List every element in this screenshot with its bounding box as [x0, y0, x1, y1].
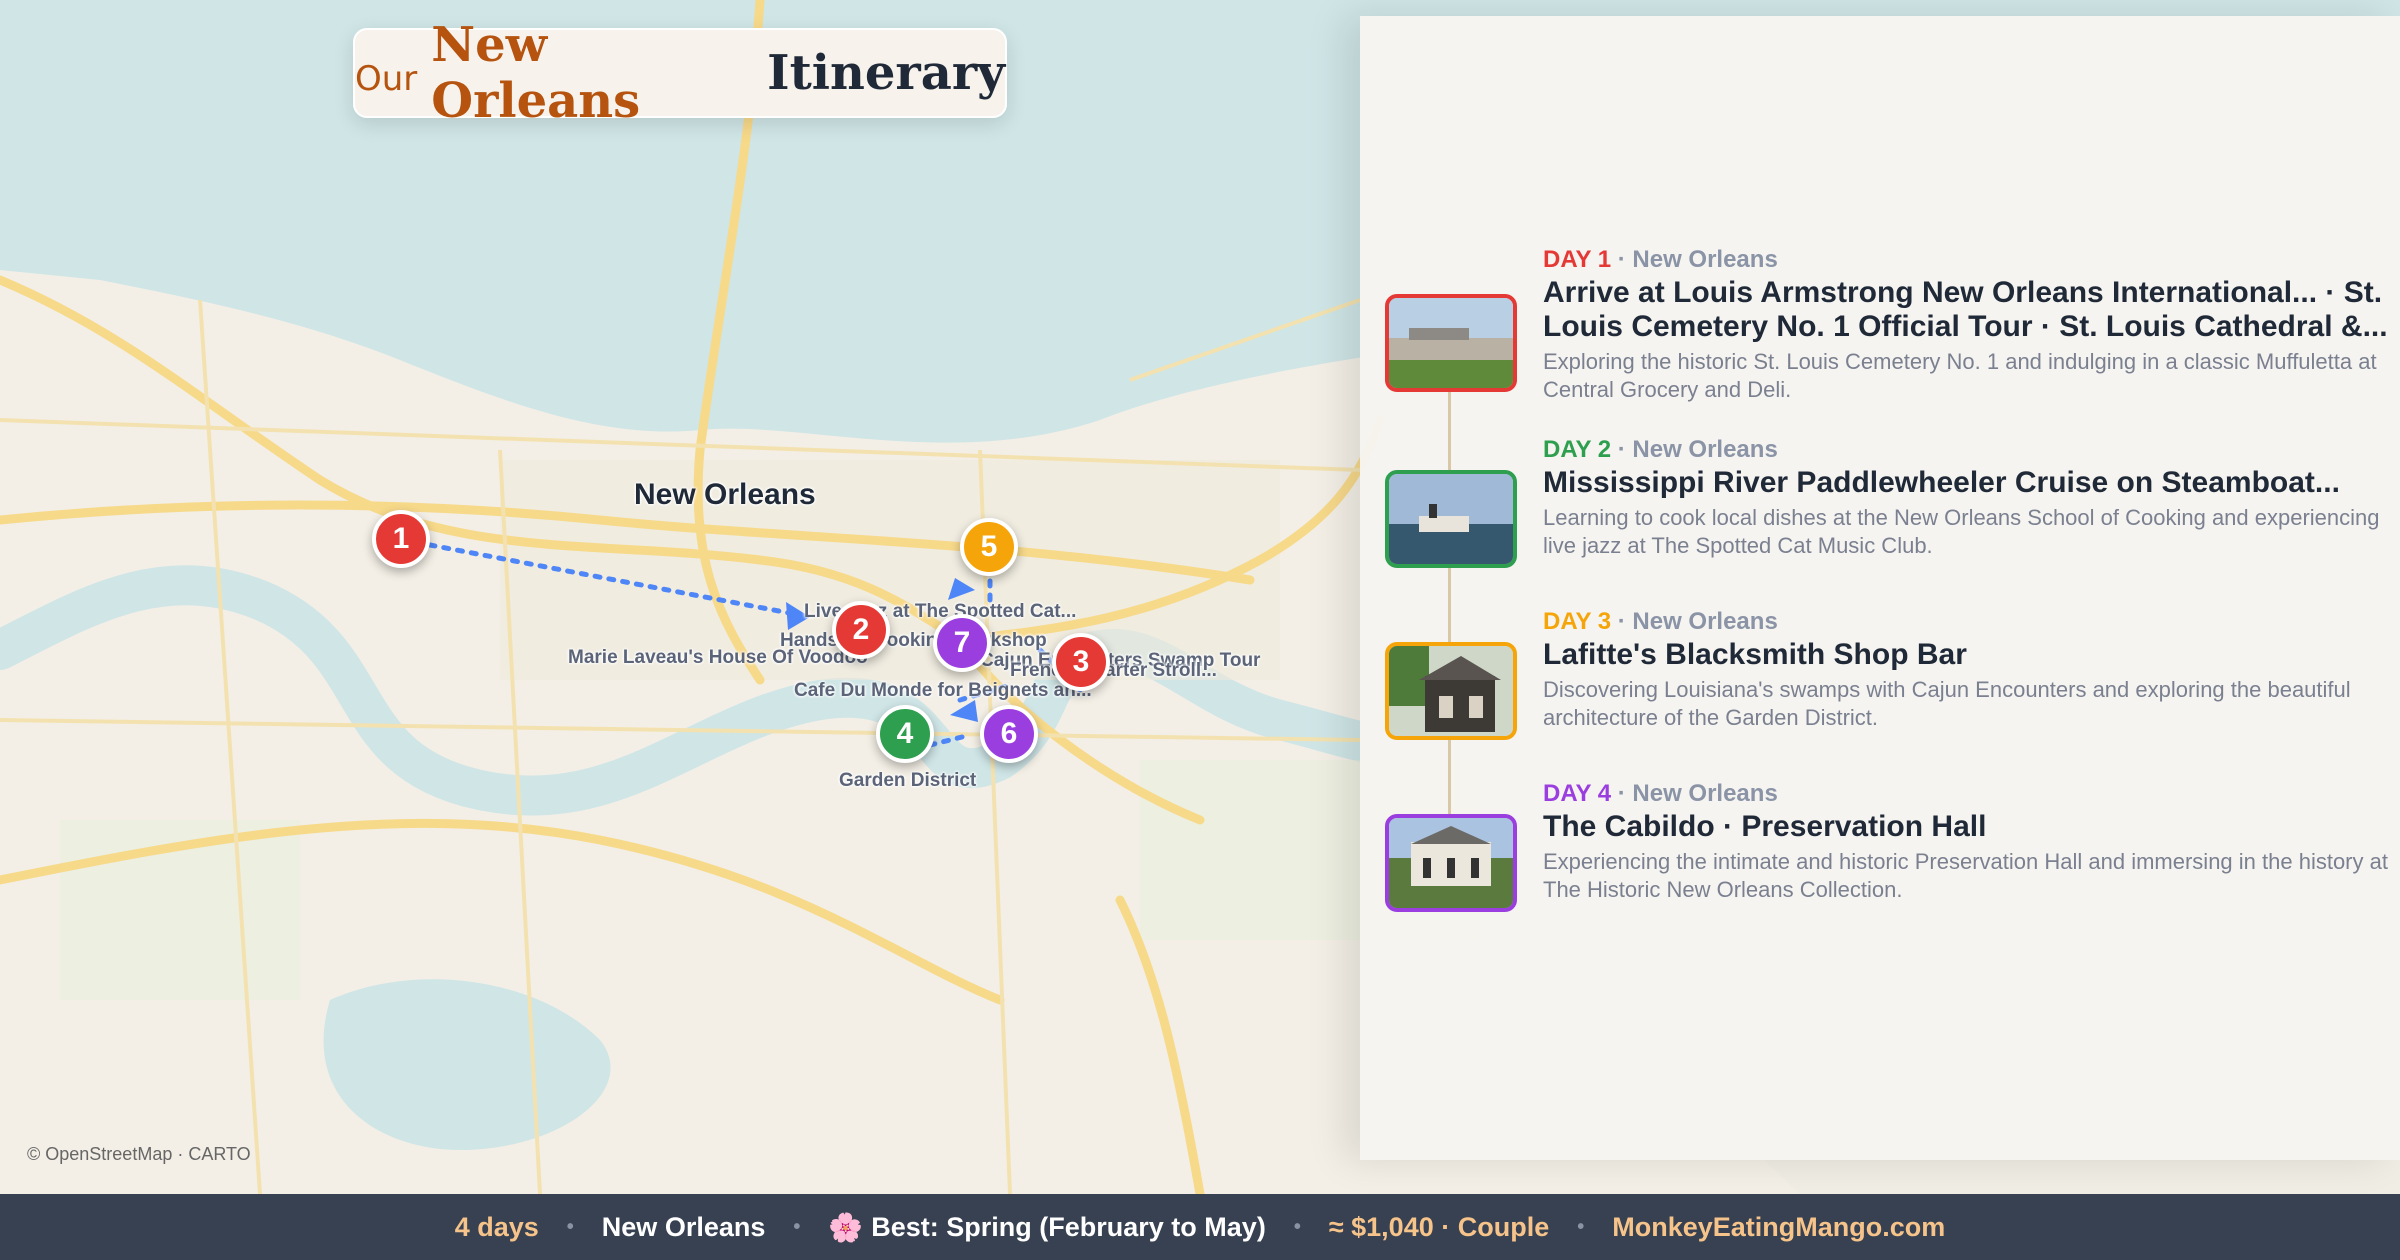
footer-separator: • — [793, 1215, 801, 1238]
place-label-french-quarter: French Quarter Stroll... — [1010, 660, 1217, 681]
map-attribution[interactable]: © OpenStreetMap · CARTO — [27, 1144, 251, 1165]
day-3-city: · New Orleans — [1617, 608, 1778, 635]
footer-separator: • — [1293, 1215, 1301, 1238]
city-label: New Orleans — [634, 478, 816, 511]
map-marker-1[interactable]: 1 — [372, 510, 430, 568]
map-marker-7[interactable]: 7 — [933, 614, 991, 672]
day-2-city: · New Orleans — [1617, 436, 1778, 463]
map-marker-4[interactable]: 4 — [876, 705, 934, 763]
cabildo-photo — [1389, 818, 1513, 908]
day-2-thumbnail — [1385, 470, 1517, 568]
place-label-cafe-du-monde: Cafe Du Monde for Beignets an... — [794, 680, 1092, 701]
footer-duration: 4 days — [454, 1211, 539, 1242]
steamboat-photo — [1389, 474, 1513, 564]
day-4-title: The Cabildo · Preservation Hall — [1543, 810, 1987, 843]
footer-separator: • — [566, 1215, 574, 1238]
blacksmith-shop-photo — [1389, 646, 1513, 736]
footer-separator: • — [1577, 1215, 1585, 1238]
map-marker-5[interactable]: 5 — [960, 518, 1018, 576]
footer-bar: 4 days • New Orleans • 🌸 Best: Spring (F… — [0, 1194, 2400, 1260]
day-3-thumbnail — [1385, 642, 1517, 740]
footer-season-text: Best: Spring (February to May) — [871, 1211, 1266, 1242]
timeline-line — [1448, 346, 1451, 846]
itinerary-panel: DAY 1 · New Orleans Arrive at Louis Arms… — [1360, 16, 2400, 1160]
day-3-title: Lafitte's Blacksmith Shop Bar — [1543, 638, 1967, 671]
day-4-label: DAY 4 — [1543, 780, 1612, 807]
title-rest: Itinerary — [767, 45, 1005, 101]
footer-season: 🌸 Best: Spring (February to May) — [828, 1211, 1265, 1244]
map-marker-3[interactable]: 3 — [1052, 633, 1110, 691]
airport-photo — [1389, 298, 1513, 388]
footer-site-link[interactable]: MonkeyEatingMango.com — [1612, 1212, 1945, 1243]
day-2-title: Mississippi River Paddlewheeler Cruise o… — [1543, 466, 2340, 499]
place-label-garden-district: Garden District — [839, 770, 977, 791]
day-1-title: Arrive at Louis Armstrong New Orleans In… — [1543, 276, 2388, 343]
title-our: Our — [355, 59, 418, 99]
day-1-description: Exploring the historic St. Louis Cemeter… — [1543, 349, 2377, 402]
day-1-label: DAY 1 — [1543, 246, 1612, 273]
place-label-marie-laveau: Marie Laveau's House Of Voodoo — [568, 647, 868, 668]
map-marker-6[interactable]: 6 — [980, 705, 1038, 763]
day-4-description: Experiencing the intimate and historic P… — [1543, 849, 2388, 902]
footer-budget: ≈ $1,040 · Couple — [1328, 1211, 1550, 1242]
cherry-blossom-icon: 🌸 — [828, 1211, 864, 1243]
title-city: New Orleans — [431, 17, 641, 129]
footer-city: New Orleans — [601, 1211, 766, 1242]
day-2-label: DAY 2 — [1543, 436, 1612, 463]
itinerary-title-card: Our New Orleans Itinerary — [353, 17, 1007, 129]
day-1-thumbnail — [1385, 294, 1517, 392]
day-4-city: · New Orleans — [1617, 780, 1778, 807]
day-2-description: Learning to cook local dishes at the New… — [1543, 505, 2380, 558]
day-4-thumbnail — [1385, 814, 1517, 912]
day-3-description: Discovering Louisiana's swamps with Caju… — [1543, 677, 2351, 730]
day-1-city: · New Orleans — [1617, 246, 1778, 273]
day-3-label: DAY 3 — [1543, 608, 1612, 635]
map-marker-2[interactable]: 2 — [832, 601, 890, 659]
